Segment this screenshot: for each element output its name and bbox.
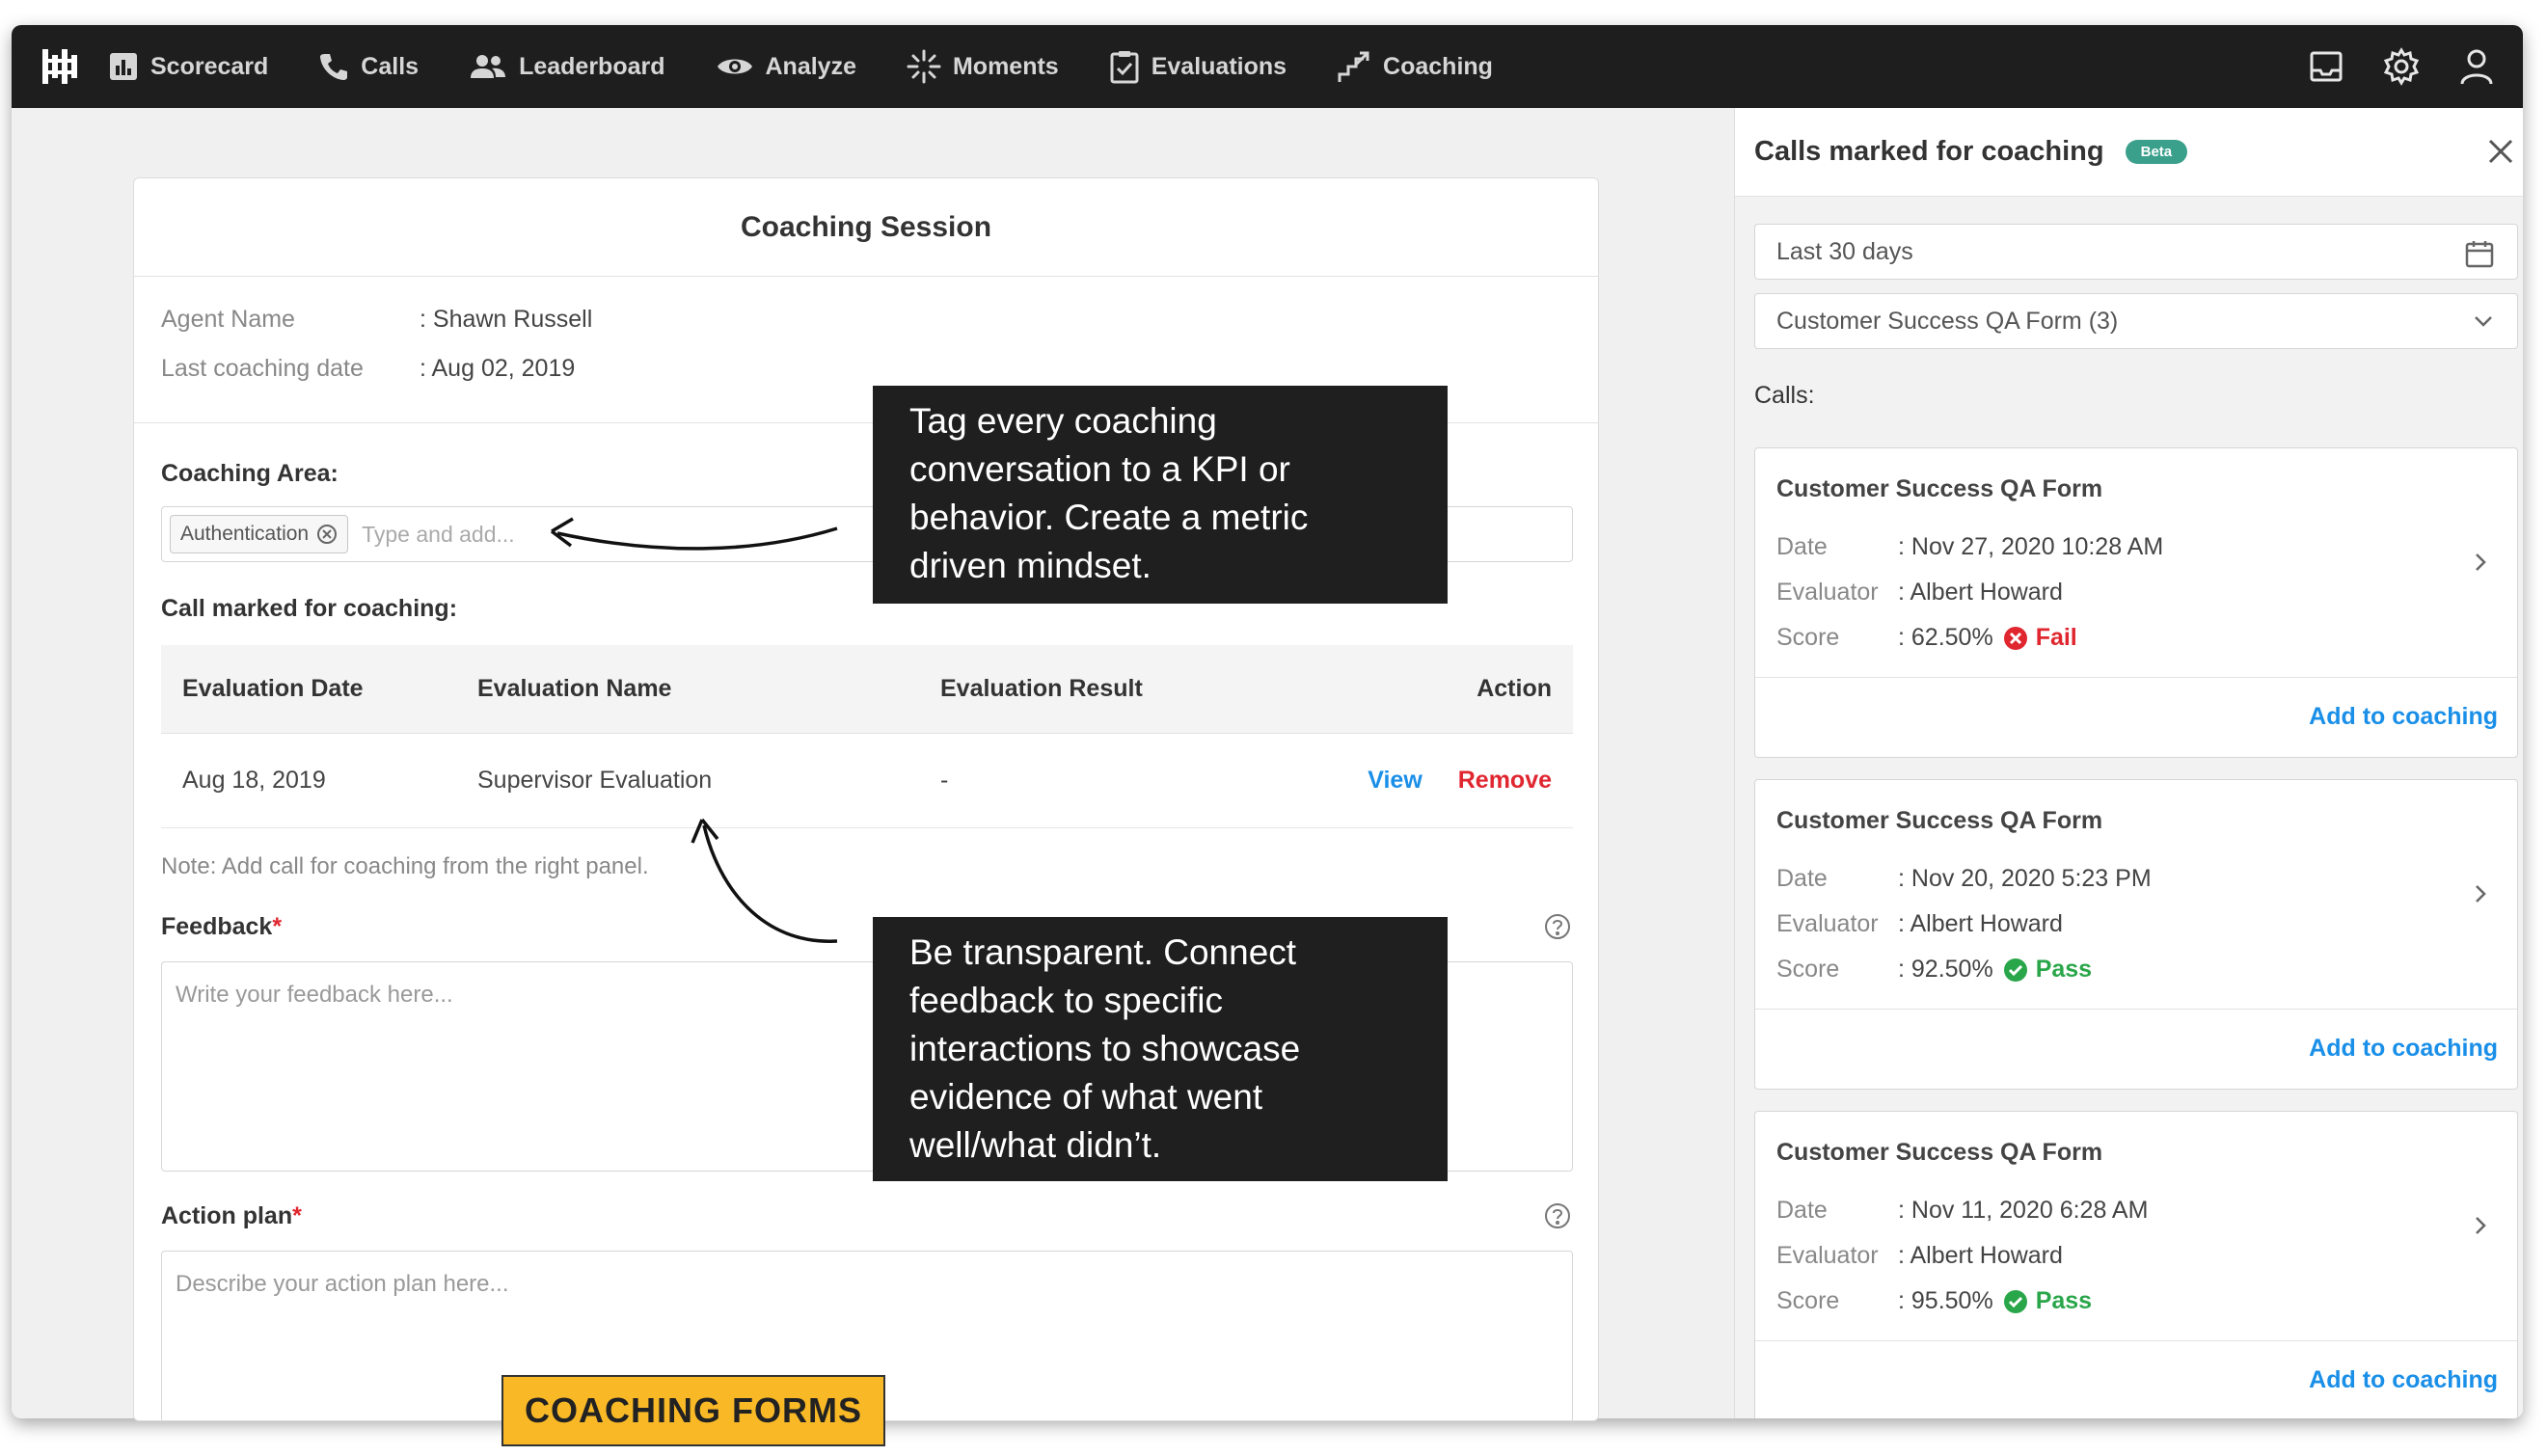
callout-tagging: Tag every coaching conversation to a KPI… — [873, 386, 1448, 604]
coaching-forms-badge: COACHING FORMS — [501, 1375, 885, 1446]
arrow-to-tag-input-head — [550, 517, 574, 548]
arrow-to-tag-input — [556, 526, 838, 551]
annotation-arrows — [550, 517, 838, 943]
arrow-to-table-row — [702, 824, 838, 943]
callout-transparency: Be transparent. Connect feedback to spec… — [873, 917, 1448, 1181]
